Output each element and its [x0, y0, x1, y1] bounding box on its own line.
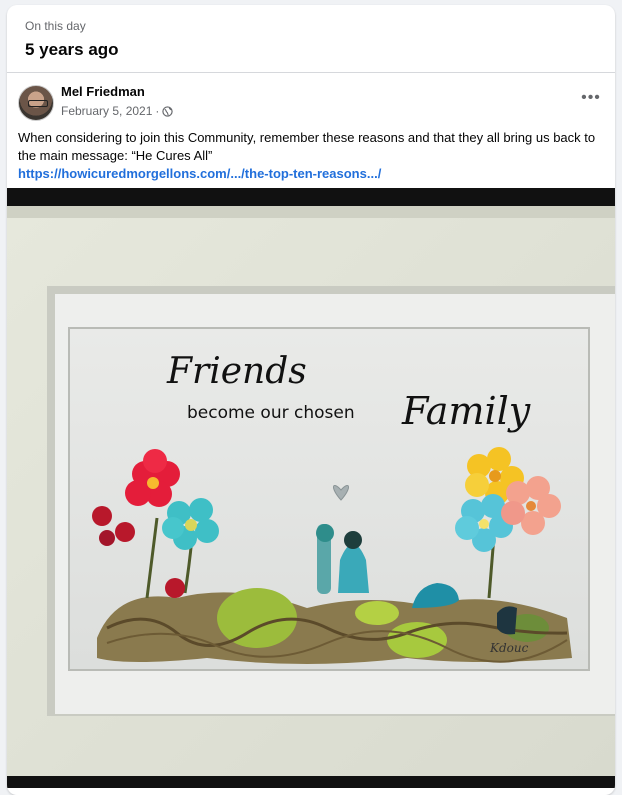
photo-signature: Kdouc	[489, 641, 529, 655]
photo-artwork: Friends become our chosen Family Kdouc	[7, 188, 615, 788]
meta-separator: ·	[155, 104, 160, 118]
avatar[interactable]	[18, 85, 54, 121]
memory-title: 5 years ago	[25, 40, 119, 59]
post-header: Mel Friedman February 5, 2021 · •••	[7, 73, 615, 125]
globe-icon[interactable]	[162, 105, 174, 117]
photo-text-family: Family	[401, 389, 531, 433]
avatar-glasses	[28, 100, 48, 107]
photo-text-middle: become our chosen	[187, 403, 355, 423]
post-date[interactable]: February 5, 2021	[61, 104, 152, 118]
post-link[interactable]: https://howicuredmorgellons.com/.../the-…	[18, 166, 381, 181]
post-meta: February 5, 2021 ·	[61, 104, 174, 118]
memory-label: On this day	[25, 19, 86, 33]
memory-header: On this day 5 years ago	[7, 5, 615, 73]
post-photo[interactable]: Friends become our chosen Family Kdouc	[7, 188, 615, 788]
author-name[interactable]: Mel Friedman	[61, 84, 145, 99]
photo-text-friends: Friends	[166, 351, 307, 392]
memory-card: On this day 5 years ago Mel Friedman Feb…	[7, 5, 615, 795]
post-body: When considering to join this Community,…	[7, 125, 615, 183]
more-options-button[interactable]: •••	[579, 90, 603, 109]
post-text: When considering to join this Community,…	[18, 130, 596, 163]
